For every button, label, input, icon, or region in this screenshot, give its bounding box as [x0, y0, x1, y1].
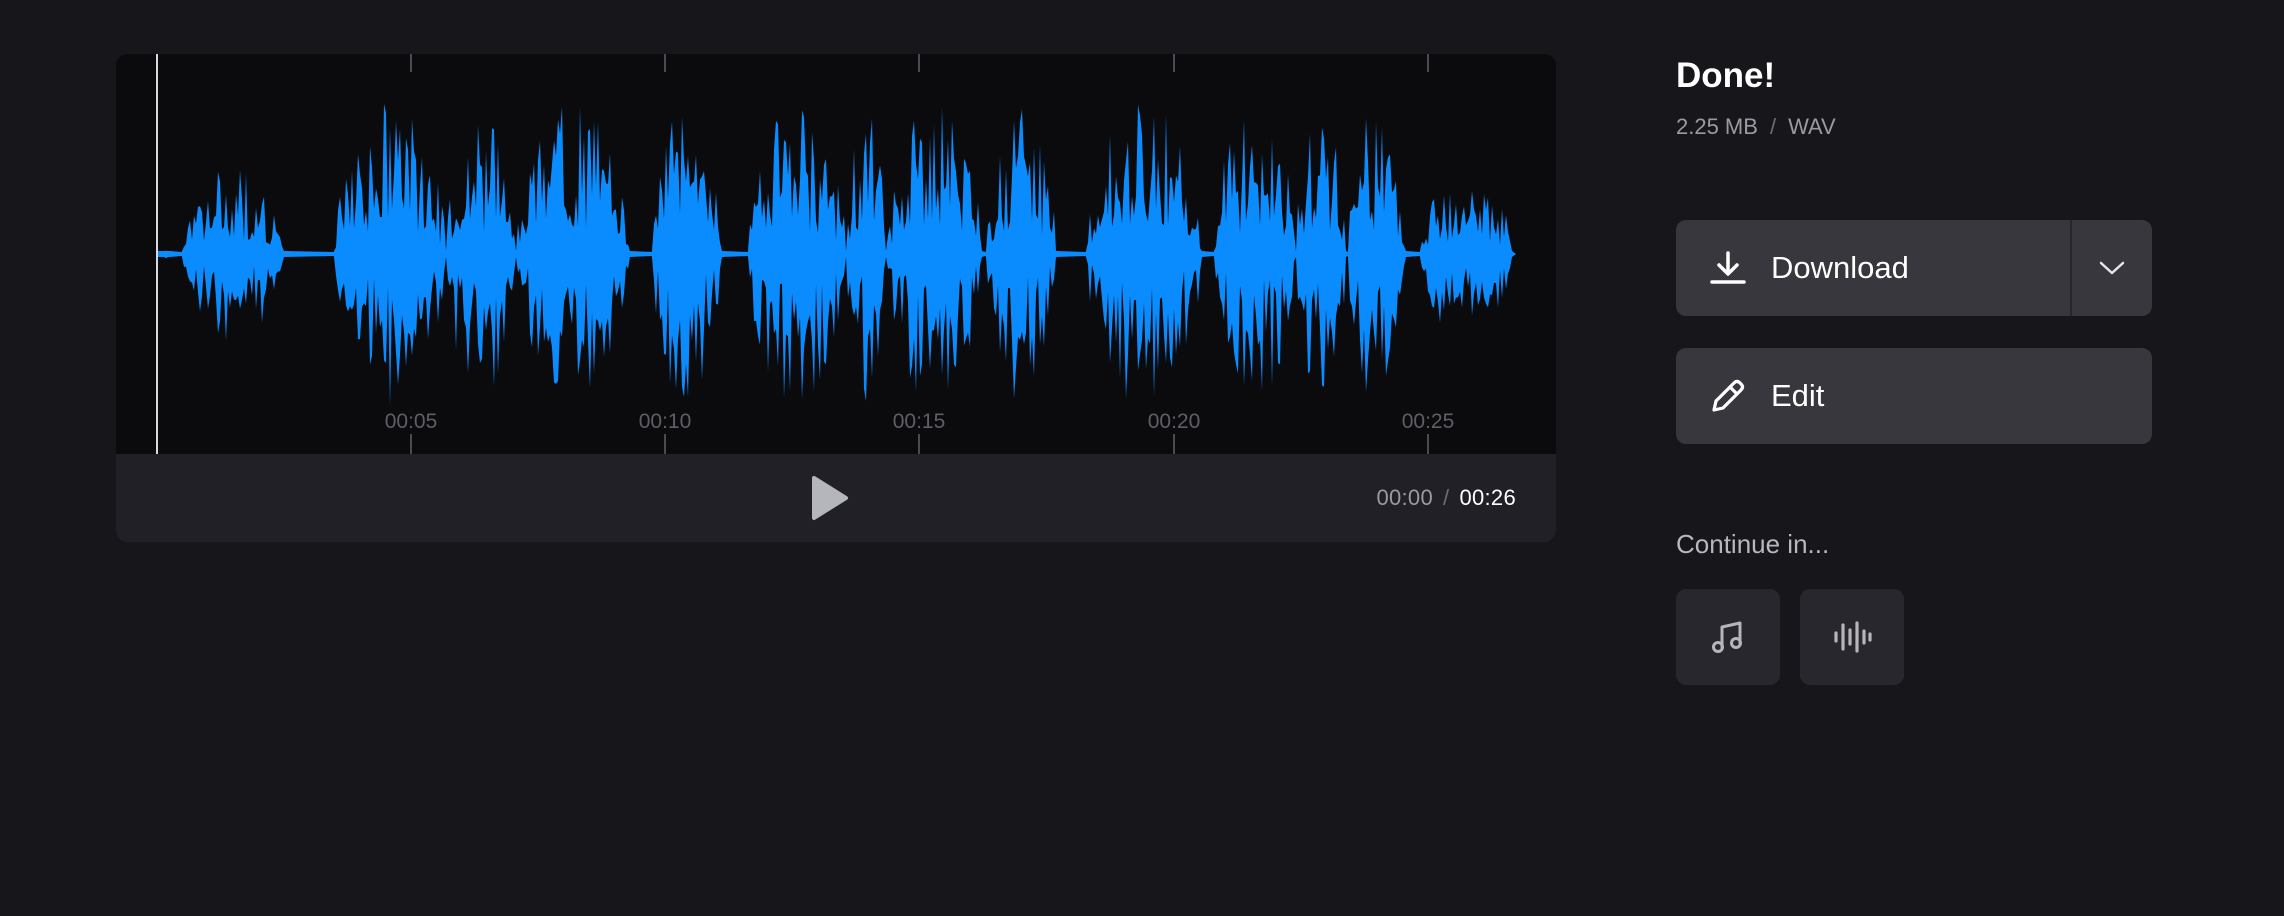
download-button[interactable]: Download — [1676, 220, 2070, 316]
file-meta: 2.25 MB / WAV — [1676, 112, 2152, 142]
download-icon — [1709, 249, 1747, 287]
timeline-tick-label: 00:05 — [385, 410, 438, 433]
timeline-tick-label: 00:20 — [1148, 410, 1201, 433]
result-panel: Done! 2.25 MB/WAV Download — [1676, 54, 2152, 142]
continue-in-label: Continue in... — [1676, 526, 1829, 562]
playhead[interactable] — [156, 54, 158, 454]
file-size: 2.25 MB — [1676, 114, 1758, 139]
continue-music-app-button[interactable] — [1676, 589, 1780, 685]
file-format: WAV — [1788, 114, 1836, 139]
waveform-shape — [156, 104, 1516, 407]
download-split-button: Download — [1676, 220, 2152, 316]
play-icon — [806, 474, 856, 522]
time-separator: / — [1443, 485, 1449, 510]
total-time: 00:26 — [1459, 485, 1516, 510]
timeline-tick-label: 00:15 — [893, 410, 946, 433]
play-button[interactable] — [806, 474, 856, 522]
edit-label: Edit — [1771, 378, 1824, 414]
edit-button[interactable]: Edit — [1676, 348, 2152, 444]
download-label: Download — [1771, 250, 1909, 286]
time-readout: 00:00 / 00:26 — [1376, 482, 1516, 514]
audio-player: 00:05 00:10 00:15 00:20 00:25 00:00 / 00:26 — [116, 54, 1556, 542]
waveform-area[interactable]: 00:05 00:10 00:15 00:20 00:25 — [116, 54, 1556, 454]
pencil-icon — [1709, 377, 1747, 415]
chevron-down-icon — [2097, 258, 2127, 278]
download-options-button[interactable] — [2072, 220, 2152, 316]
music-note-icon — [1710, 619, 1746, 655]
waveform[interactable]: 00:05 00:10 00:15 00:20 00:25 — [116, 54, 1556, 454]
audio-result-page: 00:05 00:10 00:15 00:20 00:25 00:00 / 00:26 Do… — [0, 0, 2284, 916]
page-title: Done! — [1676, 54, 2152, 98]
player-controls: 00:00 / 00:26 — [116, 454, 1556, 542]
timeline-tick-label: 00:25 — [1402, 410, 1455, 433]
current-time: 00:00 — [1376, 485, 1433, 510]
meta-separator: / — [1770, 114, 1776, 139]
continue-voice-app-button[interactable] — [1800, 589, 1904, 685]
timeline-tick-label: 00:10 — [639, 410, 692, 433]
waveform-icon — [1832, 619, 1872, 655]
